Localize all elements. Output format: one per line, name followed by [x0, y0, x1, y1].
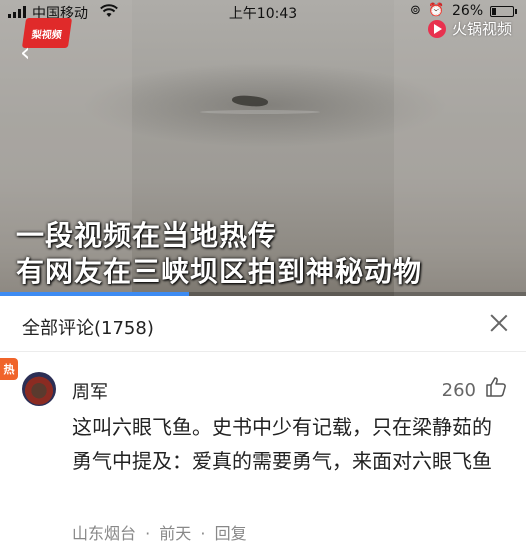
app-brand-name: 火锅视频 — [452, 20, 513, 38]
video-player[interactable]: 一段视频在当地热传 有网友在三峡坝区拍到神秘动物 中国移动 上午10:43 ⊚ … — [0, 0, 526, 296]
play-logo-icon — [428, 19, 446, 38]
meta-separator: · — [200, 524, 206, 543]
hot-badge: 热 — [0, 358, 18, 380]
comment-text: 这叫六眼飞鱼。史书中少有记载，只在梁静茹的勇气中提及：爱真的需要勇气，来面对六眼… — [72, 415, 492, 473]
comment-meta: 山东烟台 · 前天 · 回复 — [72, 520, 251, 544]
alarm-icon: ⏰ — [428, 3, 445, 18]
like-count: 260 — [441, 380, 476, 401]
app-brand-logo: 火锅视频 — [428, 18, 512, 39]
comments-title: 全部评论(1758) — [22, 318, 154, 339]
battery-fill — [492, 8, 496, 15]
comment-time: 前天 — [159, 524, 192, 543]
thumbs-up-icon[interactable] — [484, 375, 508, 399]
avatar[interactable] — [22, 372, 56, 406]
reply-button[interactable]: 回复 — [215, 524, 247, 543]
meta-separator: · — [145, 524, 151, 543]
video-caption-line-1: 一段视频在当地热传 — [16, 219, 278, 252]
battery-percent: 26% — [452, 3, 484, 19]
close-icon[interactable] — [490, 314, 508, 332]
battery-icon — [490, 6, 517, 17]
comment-location: 山东烟台 — [72, 524, 137, 543]
comment-username[interactable]: 周军 — [72, 378, 108, 404]
rotation-lock-icon: ⊚ — [410, 3, 421, 18]
back-chevron-icon[interactable]: ‹ — [20, 40, 30, 66]
water-ripple — [200, 110, 320, 114]
video-caption-line-2: 有网友在三峡坝区拍到神秘动物 — [16, 255, 423, 288]
comments-header: 全部评论(1758) — [0, 296, 526, 352]
